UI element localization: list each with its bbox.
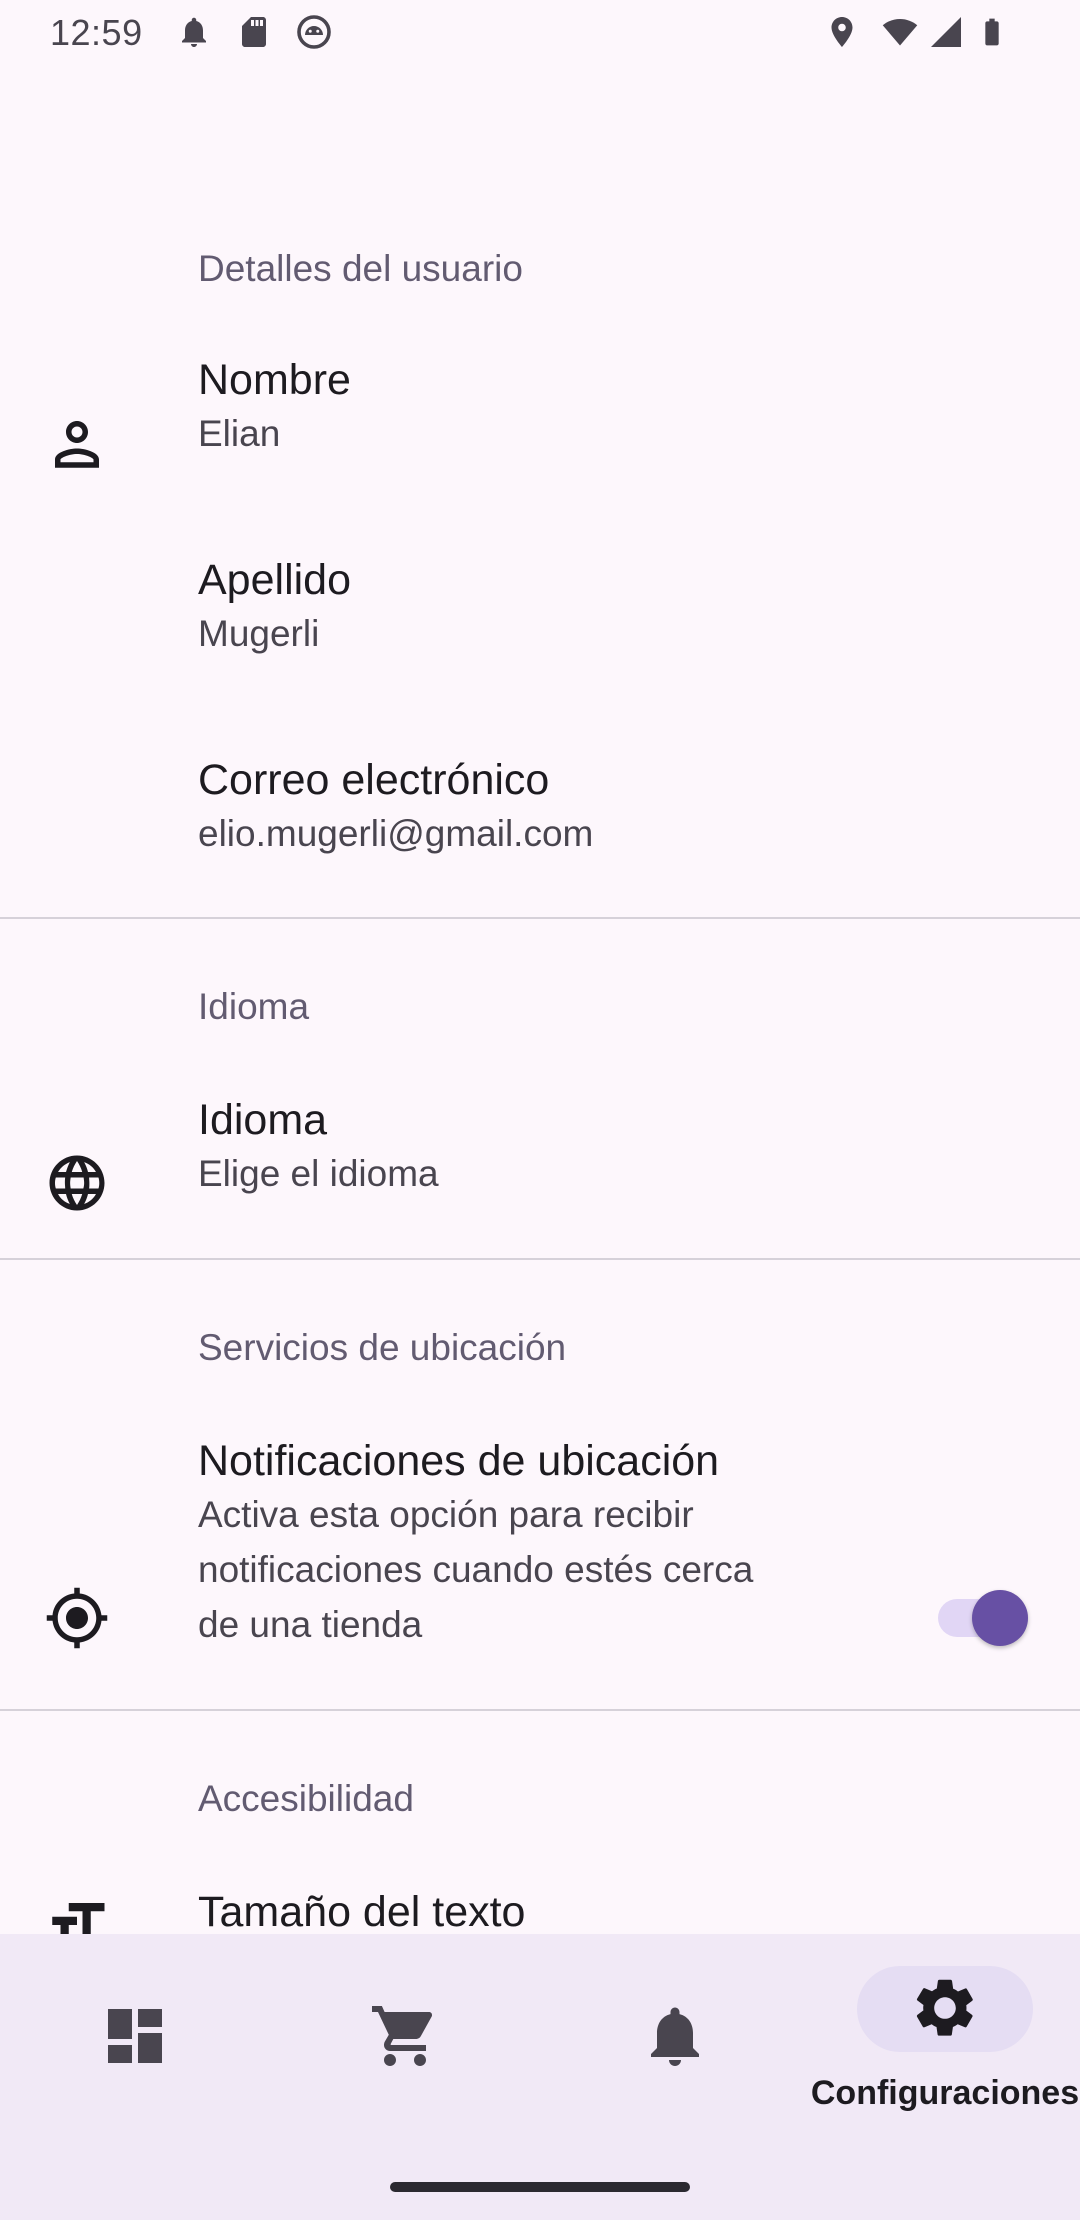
setting-description-line: Activa esta opción para recibir — [198, 1494, 694, 1535]
cart-icon — [369, 2000, 441, 2072]
setting-item-text-size[interactable]: Tamaño del texto — [0, 1880, 1080, 1934]
settings-list[interactable]: Detalles del usuario Nombre Elian Apelli… — [0, 66, 1080, 1934]
text-size-icon — [44, 1892, 110, 1934]
setting-description-line: de una tienda — [198, 1604, 423, 1645]
setting-title: Apellido — [198, 556, 351, 604]
setting-title: Tamaño del texto — [198, 1888, 526, 1934]
nav-item-cart[interactable] — [270, 1934, 540, 2134]
divider — [0, 917, 1080, 919]
setting-value: Elige el idioma — [198, 1153, 439, 1194]
gear-icon — [909, 1972, 981, 2044]
setting-item-location-notifications[interactable]: Notificaciones de ubicación Activa esta … — [0, 1429, 1080, 1729]
globe-icon — [44, 1150, 110, 1216]
bell-icon — [639, 2000, 711, 2072]
home-indicator[interactable] — [390, 2182, 690, 2192]
setting-value: elio.mugerli@gmail.com — [198, 813, 594, 854]
setting-item-surname[interactable]: Apellido Mugerli — [0, 548, 1080, 748]
setting-title: Nombre — [198, 356, 351, 404]
status-time: 12:59 — [50, 12, 143, 53]
setting-value: Mugerli — [198, 613, 320, 654]
divider — [0, 1709, 1080, 1711]
setting-item-name[interactable]: Nombre Elian — [0, 348, 1080, 548]
setting-title: Notificaciones de ubicación — [198, 1437, 720, 1485]
person-icon — [44, 410, 110, 476]
battery-icon — [976, 14, 1008, 50]
toggle-thumb — [972, 1590, 1028, 1646]
bottom-navigation: Configuraciones — [0, 1934, 1080, 2220]
divider — [0, 1258, 1080, 1260]
setting-value: Elian — [198, 413, 281, 454]
wifi-icon — [880, 14, 920, 50]
sd-card-icon — [236, 14, 272, 50]
status-bar: 12:59 — [0, 0, 1080, 66]
setting-title: Idioma — [198, 1096, 328, 1144]
section-header-accessibility: Accesibilidad — [198, 1778, 414, 1819]
section-header-language: Idioma — [198, 986, 310, 1027]
nav-item-notifications[interactable] — [540, 1934, 810, 2134]
dashboard-icon — [99, 2000, 171, 2072]
section-header-user-details: Detalles del usuario — [198, 248, 523, 289]
setting-description-line: notificaciones cuando estés cerca — [198, 1549, 754, 1590]
nav-label-settings: Configuraciones — [810, 2074, 1080, 2112]
location-pin-icon — [824, 14, 860, 50]
nav-item-settings[interactable]: Configuraciones — [810, 1934, 1080, 2134]
notification-bell-icon — [176, 14, 212, 50]
android-head-icon — [296, 14, 332, 50]
gps-target-icon — [44, 1585, 110, 1651]
setting-title: Correo electrónico — [198, 756, 550, 804]
signal-icon — [928, 14, 964, 50]
location-notifications-toggle[interactable] — [938, 1590, 1028, 1646]
nav-item-dashboard[interactable] — [0, 1934, 270, 2134]
section-header-location: Servicios de ubicación — [198, 1327, 567, 1368]
